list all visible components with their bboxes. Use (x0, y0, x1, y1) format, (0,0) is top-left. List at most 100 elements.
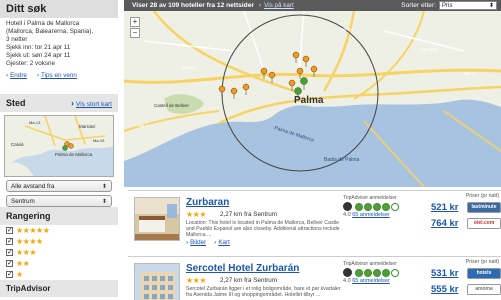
show-on-map-link[interactable]: › Vis på kart (254, 2, 294, 9)
price-link[interactable]: 555 kr (431, 284, 458, 295)
price-list: Priser (pr natt) 531 kr hotels 555 kr am… (431, 259, 501, 297)
map-road-label: Ma-20 (182, 65, 195, 70)
star-icons: ★★★★ (16, 236, 43, 246)
price-row[interactable]: 555 kr amoma (431, 281, 501, 297)
rating-bubble-icon (355, 202, 363, 211)
results-count: Viser 28 av 109 hoteller fra 12 nettside… (132, 2, 254, 9)
rating-row-1[interactable]: ✓ ★ (0, 269, 118, 280)
search-actions: › Endre › Tips en venn (0, 70, 118, 81)
hotel-photo[interactable] (134, 263, 180, 300)
center-select-value: Sentrum (11, 197, 35, 205)
booking-site-logo[interactable]: otel.com (467, 217, 501, 229)
big-map-label: Vis stort kart (75, 101, 112, 108)
hotel-map[interactable]: Palma Palma de Mallorca Castell de Bellv… (124, 11, 501, 187)
map-link[interactable]: › Kart (214, 239, 230, 246)
map-zoom-controls: + − (130, 17, 142, 39)
tip-friend-label: Tips en venn (41, 72, 77, 79)
distance-select-value: Alle avstand fra (11, 182, 55, 190)
mini-map-graphic: Marratxí Palma de Mallorca Calvià Ma-19 … (5, 116, 113, 176)
booking-site-logo[interactable]: amoma (467, 283, 501, 295)
tripadvisor-owl-icon (343, 202, 352, 211)
map-road-label: Ma-19 (464, 71, 477, 76)
hotel-name-link[interactable]: Zurbaran (186, 197, 229, 208)
tripadvisor-bubbles (343, 268, 425, 277)
mini-map[interactable]: Marratxí Palma de Mallorca Calvià Ma-19 … (4, 115, 114, 177)
price-link[interactable]: 531 kr (431, 268, 458, 279)
hotel-links: › Bilder › Kart (186, 239, 230, 246)
center-select[interactable]: Sentrum ⬍ (6, 195, 112, 207)
edit-search-link[interactable]: › Endre (6, 72, 27, 79)
tripadvisor-label: TripAdvisor anmeldelser (343, 195, 397, 201)
tip-friend-link[interactable]: › Tips en venn (37, 72, 77, 79)
hotel-result: Sercotel Hotel Zurbarán ★★★ 2,27 km fra … (128, 256, 501, 300)
map-road-label: Ma-13 (340, 27, 353, 32)
rating-checkbox[interactable]: ✓ (6, 238, 13, 245)
sort-control: Sorter etter: Pris ⬍ (401, 0, 497, 11)
sort-select[interactable]: Pris ⬍ (439, 1, 497, 10)
booking-site-logo[interactable]: hotels (467, 267, 501, 279)
rating-row-3[interactable]: ✓ ★★★ (0, 247, 118, 258)
hotel-distance: 2,27 km fra Sentrum (220, 277, 278, 284)
hotel-room-image (135, 198, 179, 240)
location-panel: Sted › Vis stort kart Marratxí Palma de M… (0, 94, 118, 210)
hotel-description: Location: This hotel is located in Palma… (186, 220, 340, 239)
star-icons: ★★★ (16, 247, 37, 257)
price-link[interactable]: 764 kr (431, 218, 458, 229)
hotel-name-link[interactable]: Sercotel Hotel Zurbarán (186, 263, 299, 274)
distance-select[interactable]: Alle avstand fra ⬍ (6, 180, 112, 192)
rating-checkbox[interactable]: ✓ (6, 271, 13, 278)
arrow-right-icon: › (6, 72, 9, 79)
sidebar: Ditt søk Hotell i Palma de Mallorca (Mal… (0, 0, 118, 300)
map-graphic: Palma Palma de Mallorca Castell de Bellv… (124, 11, 501, 187)
price-list: Priser (pr natt) 521 kr lastminute 764 k… (431, 193, 501, 231)
rating-bubble-icon (355, 268, 363, 277)
rating-bubble-icon (391, 202, 399, 211)
search-line-destination: Hotell i Palma de Mallorca (6, 20, 80, 27)
rating-checkbox[interactable]: ✓ (6, 227, 13, 234)
tripadvisor-reviews-link[interactable]: 65 anmeldelser (352, 278, 390, 284)
star-icons: ★★★★★ (16, 225, 50, 235)
sort-select-value: Pris (442, 2, 453, 9)
hotel-distance: 2,27 km fra Sentrum (220, 211, 278, 218)
rating-row-4[interactable]: ✓ ★★★★ (0, 236, 118, 247)
zoom-in-button[interactable]: + (130, 17, 140, 27)
mini-map-label: Ma-19 (93, 138, 105, 143)
star-icons: ★★ (16, 258, 30, 268)
chevron-updown-icon: ⬍ (488, 3, 494, 9)
price-link[interactable]: 521 kr (431, 202, 458, 213)
search-line-checkin: Sjekk inn: tor 21 apr 11 (6, 44, 71, 51)
rating-row-2[interactable]: ✓ ★★ (0, 258, 118, 269)
tripadvisor-rating: TripAdvisor anmeldelser 4.0 65 anmeldels… (343, 261, 425, 284)
arrow-right-icon: › (258, 2, 262, 9)
tripadvisor-reviews-link[interactable]: 65 anmeldelser (352, 212, 390, 218)
rating-checkbox[interactable]: ✓ (6, 249, 13, 256)
arrow-right-icon: › (186, 239, 189, 246)
edit-search-label: Endre (10, 72, 27, 79)
zoom-out-button[interactable]: − (130, 28, 140, 38)
tripadvisor-filter: TripAdvisor (0, 280, 118, 297)
big-map-link[interactable]: › Vis stort kart (71, 98, 112, 108)
hotel-result: Zurbaran ★★★ 2,27 km fra Sentrum Locatio… (128, 190, 501, 252)
tripadvisor-bubbles (343, 202, 425, 211)
rating-row-5[interactable]: ✓ ★★★★★ (0, 225, 118, 236)
photos-link-label: Bilder (190, 239, 207, 246)
main-content: Viser 28 av 109 hoteller fra 12 nettside… (124, 0, 501, 300)
rating-checkbox[interactable]: ✓ (6, 260, 13, 267)
price-row[interactable]: 764 kr otel.com (431, 215, 501, 231)
rating-bubble-icon (382, 202, 390, 211)
tripadvisor-label: TripAdvisor anmeldelser (343, 261, 397, 267)
results-topbar: Viser 28 av 109 hoteller fra 12 nettside… (124, 0, 501, 11)
star-icons: ★ (16, 269, 23, 279)
hotel-photo[interactable] (134, 197, 180, 241)
search-line-nights: 3 netter (6, 36, 28, 43)
map-road-label: Ma-1 (138, 123, 149, 128)
booking-site-logo[interactable]: lastminute (467, 201, 501, 213)
rating-bubble-icon (391, 268, 399, 277)
tripadvisor-title: TripAdvisor (0, 280, 118, 297)
rating-bubble-icon (364, 202, 372, 211)
rating-bubble-icon (373, 268, 381, 277)
search-line-checkout: Sjekk ut: søn 24 apr 11 (6, 52, 71, 59)
price-row[interactable]: 531 kr hotels (431, 265, 501, 281)
photos-link[interactable]: › Bilder (186, 239, 206, 246)
price-row[interactable]: 521 kr lastminute (431, 199, 501, 215)
